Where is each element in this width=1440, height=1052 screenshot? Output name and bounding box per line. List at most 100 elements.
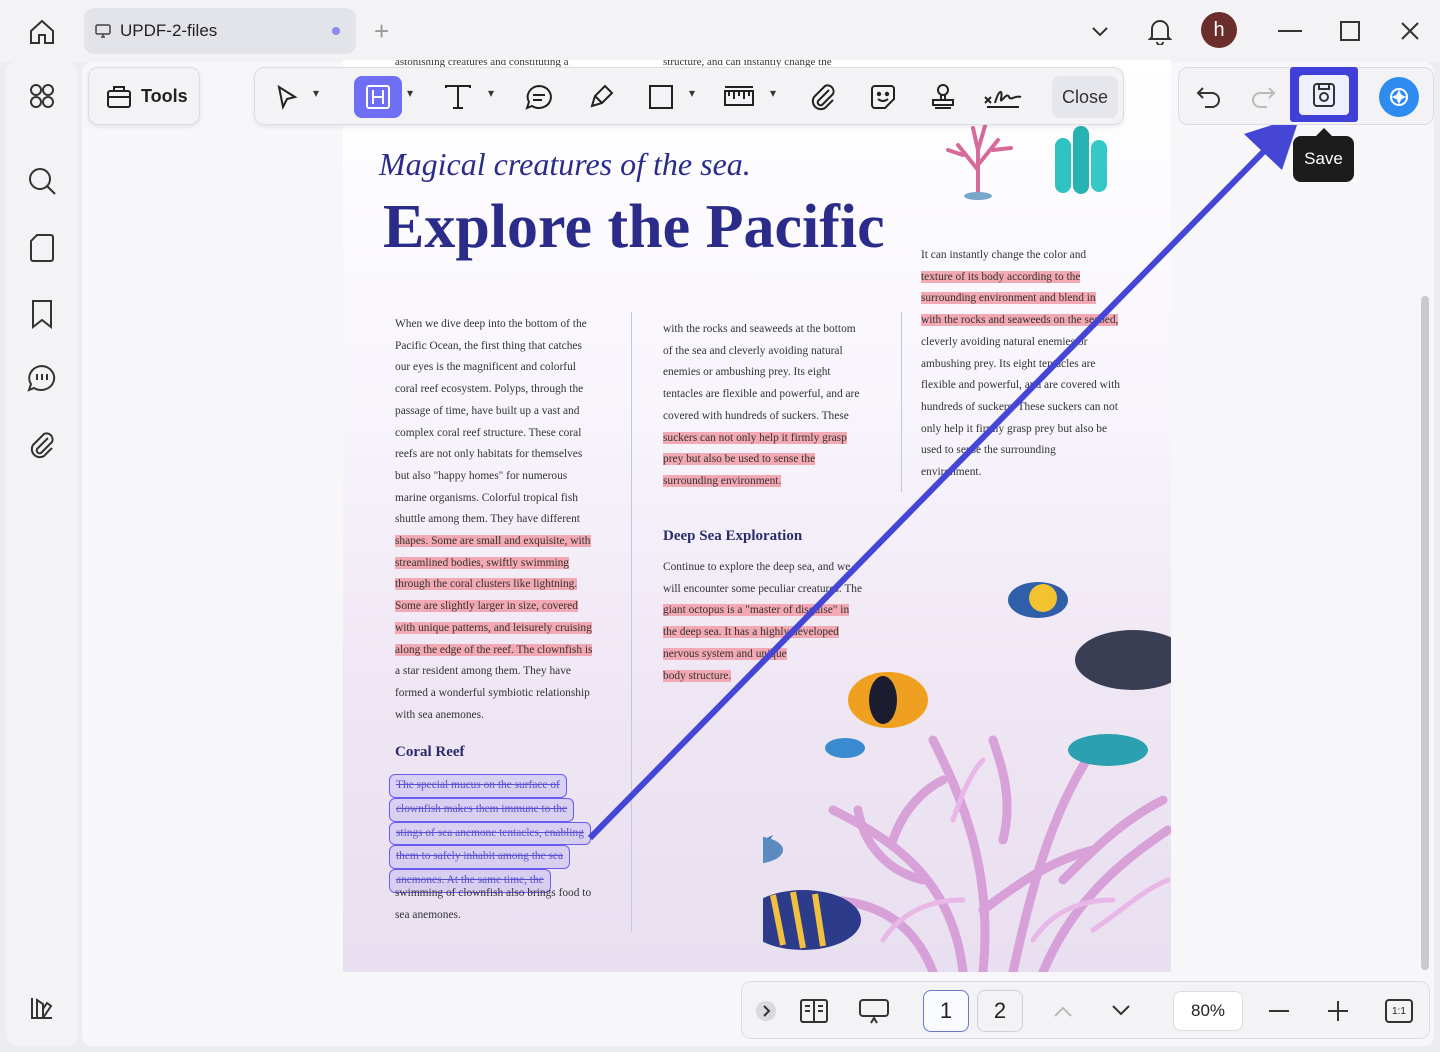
toolbox-icon — [107, 86, 131, 108]
text-column-3: It can instantly change the color and tex… — [921, 245, 1151, 484]
attach-file-icon[interactable] — [805, 76, 841, 118]
text-line: It can instantly change the color and — [921, 249, 1087, 261]
selected-line[interactable]: them to safely inhabit among the sea — [389, 845, 615, 870]
shape-tool-icon[interactable] — [643, 76, 679, 118]
search-icon[interactable] — [24, 163, 60, 199]
zoom-in-icon[interactable] — [1323, 990, 1353, 1032]
text-line: with sea anemones. — [395, 708, 484, 721]
text-line: with unique patterns, and leisurely crui… — [395, 621, 592, 634]
text-line: flexible and powerful, and are covered w… — [921, 379, 1120, 392]
attachment-icon[interactable] — [24, 427, 60, 463]
minimize-icon[interactable] — [1270, 10, 1310, 52]
ai-assistant-icon[interactable] — [1379, 77, 1419, 117]
save-tooltip: Save — [1293, 128, 1354, 182]
text-line: sea anemones. — [395, 908, 461, 921]
text-line: Some are slightly larger in size, covere… — [395, 600, 578, 613]
thumbnails-icon[interactable] — [24, 78, 60, 114]
chevron-down-icon[interactable]: ▾ — [488, 86, 494, 100]
home-icon[interactable] — [22, 12, 62, 52]
text-line: streamlined bodies, swiftly swimming — [395, 556, 570, 569]
text-line: enemies or ambushing prey. Its eight — [663, 366, 831, 379]
sticker-icon[interactable] — [865, 76, 901, 118]
text-line: of the sea and cleverly avoiding natural — [663, 344, 843, 357]
text-line: reefs are not only habitats for themselv… — [395, 448, 583, 461]
theme-icon[interactable] — [24, 990, 60, 1026]
zoom-out-icon[interactable] — [1264, 990, 1294, 1032]
page-title: Explore the Pacific — [383, 193, 885, 261]
text-line: through the coral clusters like lightnin… — [395, 578, 578, 591]
text-line: with the rocks and seaweeds at the botto… — [663, 323, 856, 335]
selected-line[interactable]: stings of sea anemone tentacles, enablin… — [389, 821, 615, 846]
save-button[interactable] — [1290, 67, 1358, 122]
chevron-down-icon[interactable]: ▾ — [689, 86, 695, 100]
close-window-icon[interactable] — [1390, 10, 1430, 52]
chevron-down-icon[interactable]: ▾ — [770, 86, 776, 100]
pages-icon[interactable] — [24, 230, 60, 266]
chevron-down-icon[interactable] — [1082, 10, 1118, 52]
next-page-icon[interactable] — [1106, 990, 1136, 1032]
measure-tool-icon[interactable] — [721, 76, 757, 118]
tools-button[interactable]: Tools — [88, 67, 200, 125]
signature-icon[interactable] — [981, 76, 1025, 118]
title-bar: UPDF-2-files + h — [0, 0, 1440, 62]
chevron-down-icon[interactable]: ▾ — [313, 86, 319, 100]
page-2-button[interactable]: 2 — [977, 990, 1023, 1032]
zoom-level[interactable]: 80% — [1173, 991, 1243, 1031]
document-tab[interactable]: UPDF-2-files — [84, 8, 356, 54]
select-tool-icon[interactable] — [269, 76, 305, 118]
maximize-icon[interactable] — [1330, 10, 1370, 52]
vertical-scrollbar[interactable] — [1421, 296, 1429, 970]
unsaved-indicator — [332, 27, 340, 35]
new-tab-button[interactable]: + — [374, 16, 389, 47]
avatar[interactable]: h — [1201, 12, 1237, 48]
coral-image-teal — [1055, 126, 1107, 194]
text-line: Pacific Ocean, the first thing that catc… — [395, 339, 582, 352]
text-line: When we dive deep into the bottom of the — [395, 318, 587, 330]
page-subtitle: Magical creatures of the sea. — [379, 146, 751, 182]
text-line: our eyes is the magnificent and colorful — [395, 361, 576, 374]
text-line: complex coral reef structure. These cora… — [395, 426, 582, 439]
text-line: environment. — [921, 466, 982, 479]
save-icon — [1313, 82, 1335, 107]
highlight-tool-icon[interactable] — [354, 76, 402, 118]
selected-line[interactable]: The special mucus on the surface of — [389, 774, 615, 798]
sea-life-illustration — [763, 582, 1171, 972]
column-divider — [901, 312, 902, 492]
text-line: cleverly avoiding natural enemies or — [921, 335, 1088, 348]
bell-icon[interactable] — [1142, 10, 1178, 52]
chevron-down-icon[interactable]: ▾ — [407, 86, 413, 100]
page-1-button[interactable]: 1 — [923, 990, 969, 1032]
text-column-1-end: swimming of clownfish also brings food t… — [395, 883, 615, 926]
previous-page-icon[interactable] — [1048, 990, 1078, 1032]
undo-icon[interactable] — [1195, 82, 1223, 115]
column-divider — [631, 312, 632, 932]
text-line: texture of its body according to the — [921, 270, 1081, 283]
stamp-icon[interactable] — [925, 76, 961, 118]
actual-size-button[interactable]: 1:1 — [1382, 990, 1416, 1032]
bookmark-icon[interactable] — [24, 296, 60, 332]
text-line: along the edge of the reef. The clownfis… — [395, 643, 593, 656]
text-line: shapes. Some are small and exquisite, wi… — [395, 535, 591, 548]
text-tool-icon[interactable] — [440, 76, 476, 118]
text-column-2: with the rocks and seaweeds at the botto… — [663, 319, 883, 493]
page-layout-icon[interactable] — [796, 990, 832, 1032]
comments-icon[interactable] — [24, 360, 60, 396]
comment-tool-icon[interactable] — [521, 76, 557, 118]
text-line: shuttle among them. They have different — [395, 513, 580, 526]
text-line: hundreds of suckers. These suckers can n… — [921, 400, 1118, 413]
text-line: covered with hundreds of suckers. These — [663, 409, 849, 422]
selected-text-block[interactable]: The special mucus on the surface of clown… — [389, 774, 615, 893]
actual-size-label: 1:1 — [1385, 999, 1413, 1023]
text-line: only help it firmly grasp prey but also … — [921, 422, 1108, 435]
text-line: surrounding environment. — [663, 474, 782, 487]
text-line: but also "happy homes" for numerous — [395, 469, 568, 482]
coral-image-pink — [946, 124, 1013, 200]
expand-icon[interactable] — [754, 990, 778, 1032]
presentation-icon[interactable] — [856, 990, 892, 1032]
pdf-page[interactable]: astonishing creatures and constituting a… — [343, 60, 1171, 972]
pencil-tool-icon[interactable] — [583, 76, 619, 118]
text-line: Continue to explore the deep sea, and we — [663, 561, 851, 573]
selected-line[interactable]: clownfish makes them immune to the — [389, 797, 615, 822]
close-toolbar-button[interactable]: Close — [1052, 76, 1118, 118]
redo-icon[interactable] — [1249, 82, 1277, 115]
